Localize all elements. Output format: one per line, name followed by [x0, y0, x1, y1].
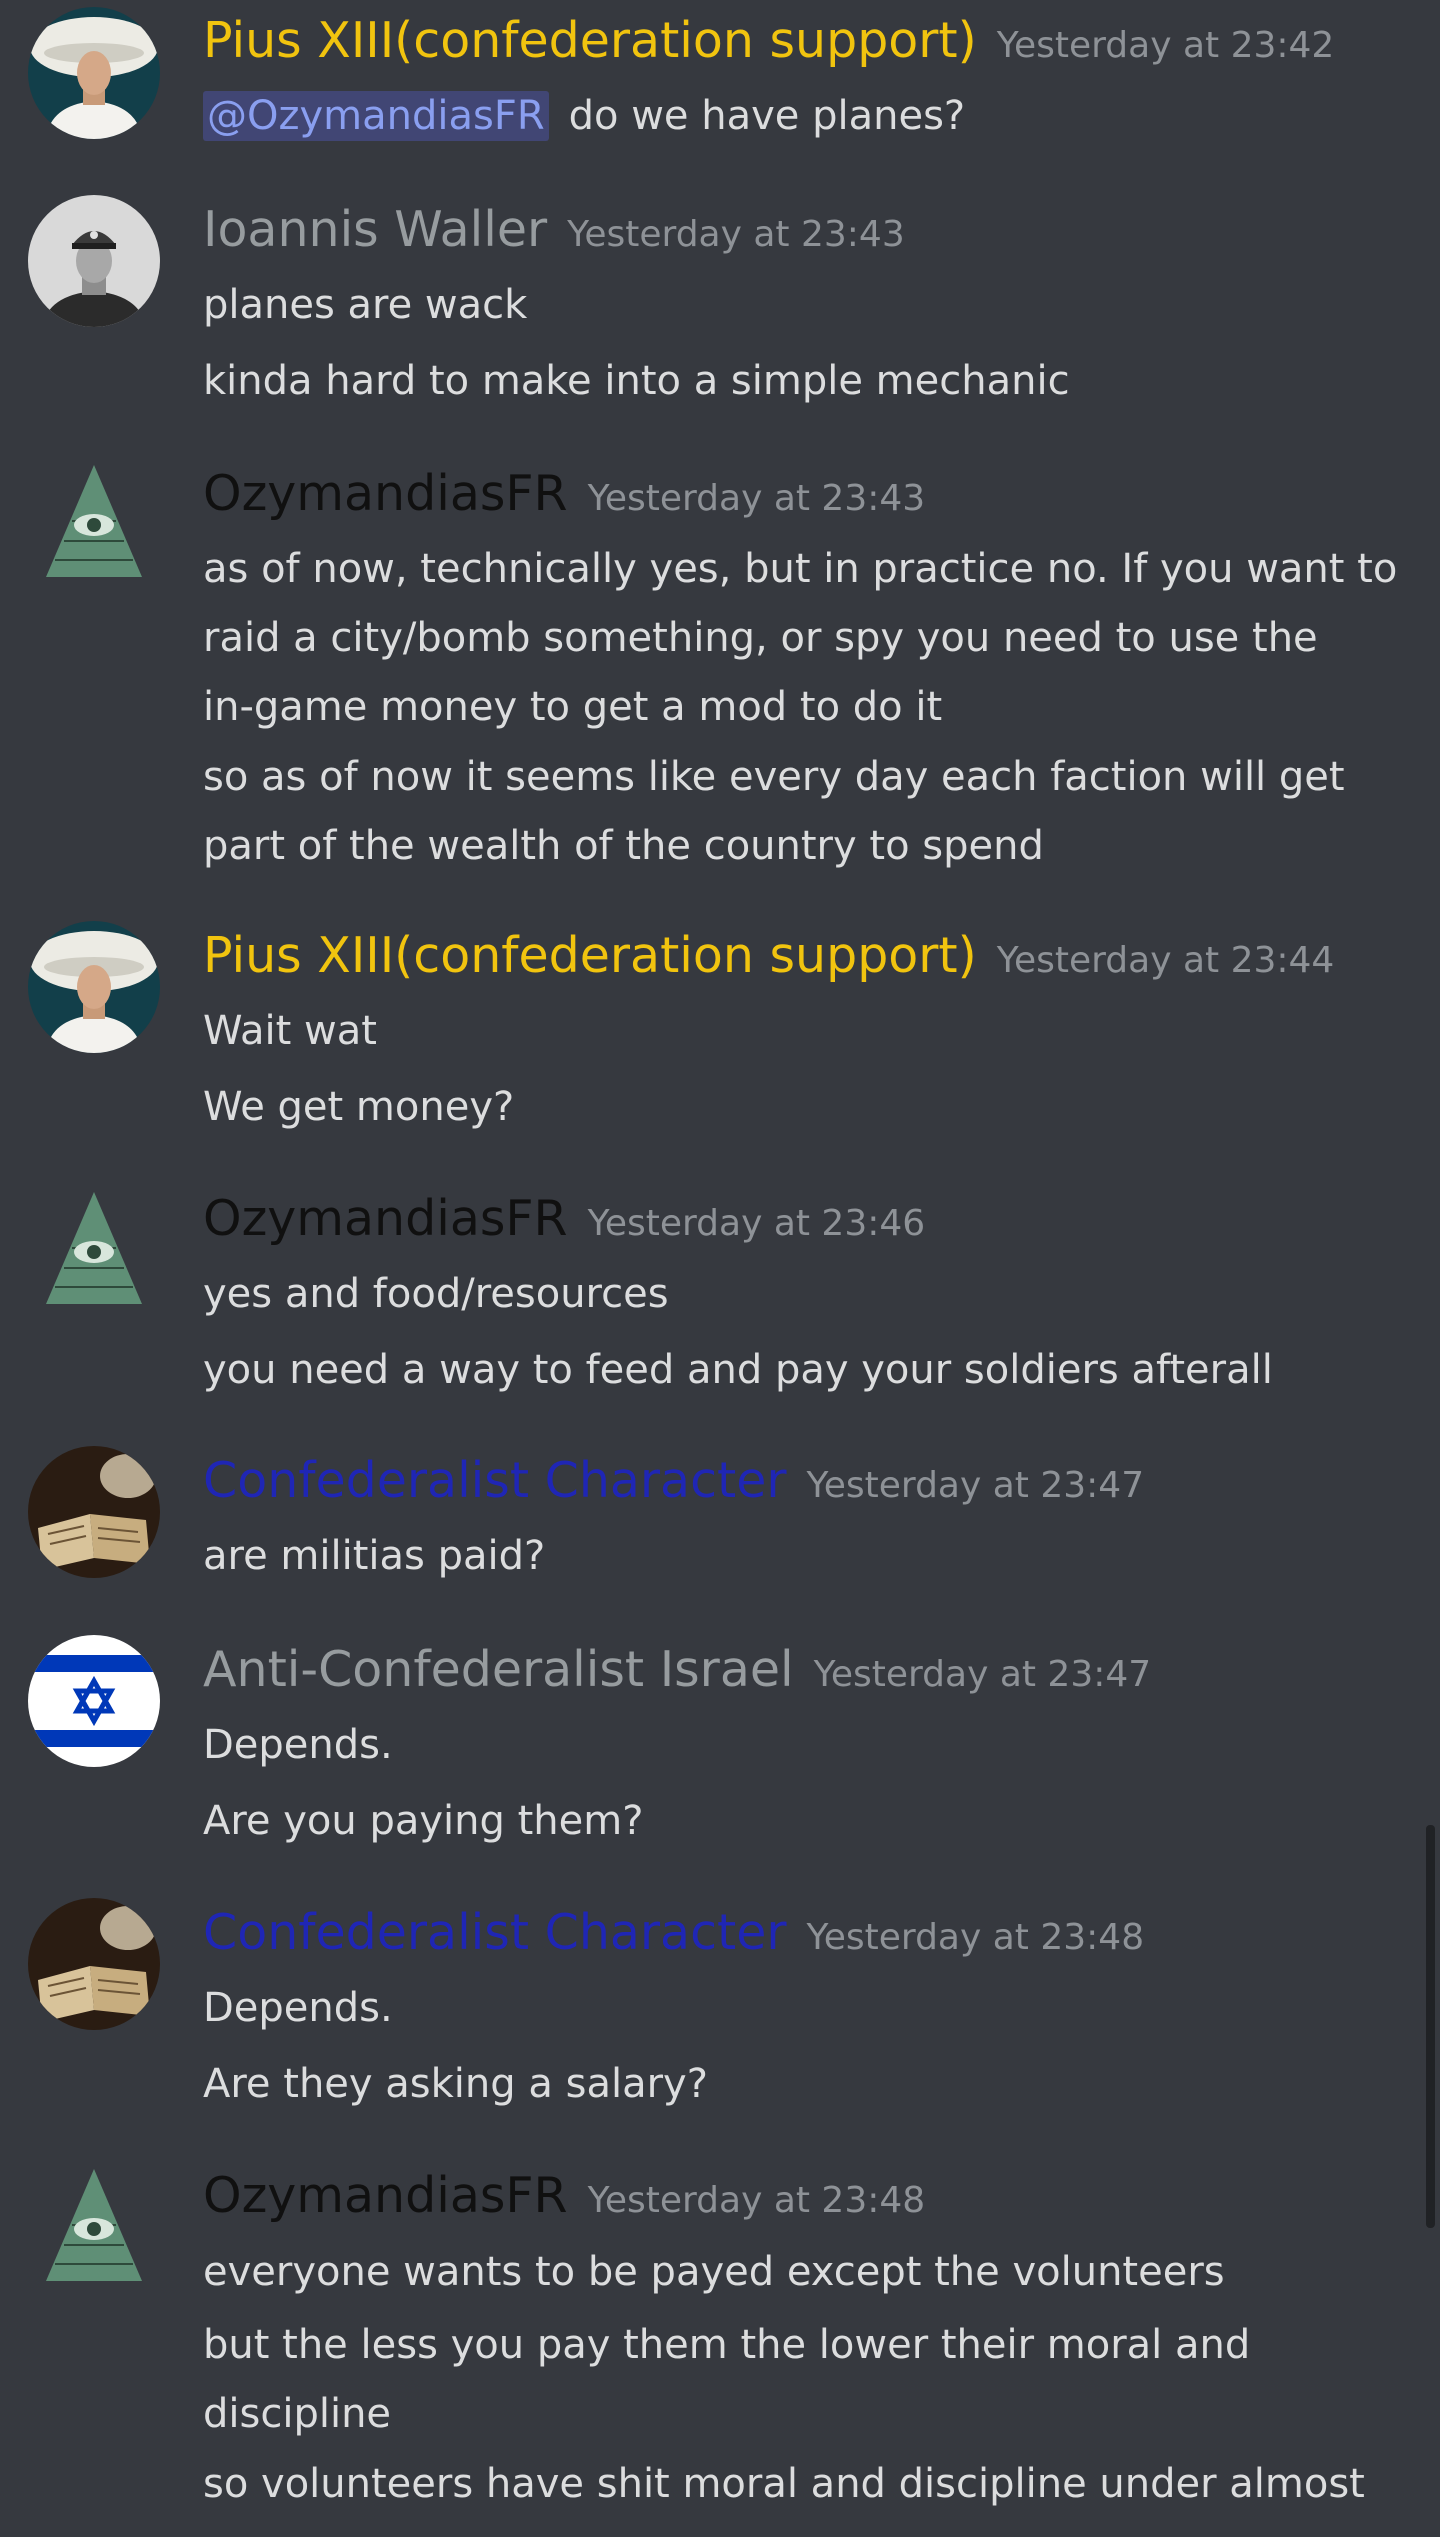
message-text: discipline: [203, 2391, 392, 2437]
username[interactable]: OzymandiasFR: [203, 465, 568, 522]
message-text: everyone wants to be payed except the vo…: [203, 2249, 1225, 2295]
username[interactable]: Pius XIII(confederation support): [203, 12, 977, 69]
message-text: yes and food/resources: [203, 1271, 669, 1317]
book-avatar[interactable]: [28, 1898, 160, 2030]
username[interactable]: OzymandiasFR: [203, 2167, 568, 2224]
timestamp: Yesterday at 23:47: [806, 1465, 1145, 1506]
message-text: you need a way to feed and pay your sold…: [203, 1347, 1273, 1393]
timestamp: Yesterday at 23:48: [806, 1917, 1145, 1958]
message-text: but the less you pay them the lower thei…: [203, 2322, 1251, 2368]
timestamp: Yesterday at 23:42: [996, 25, 1335, 66]
timestamp: Yesterday at 23:43: [567, 214, 905, 255]
pope-avatar[interactable]: [28, 921, 160, 1053]
illuminati-pyramid-avatar[interactable]: [40, 463, 148, 581]
timestamp: Yesterday at 23:48: [587, 2180, 926, 2221]
timestamp: Yesterday at 23:44: [996, 940, 1335, 981]
message-list: Pius XIII(confederation support) Yesterda…: [0, 0, 1440, 2537]
message-text: @OzymandiasFR do we have planes?: [203, 91, 965, 141]
illuminati-pyramid-avatar[interactable]: [40, 1190, 148, 1308]
message-text: in-game money to get a mod to do it: [203, 684, 943, 730]
message-text: part of the wealth of the country to spe…: [203, 823, 1044, 869]
message-text: kinda hard to make into a simple mechani…: [203, 358, 1070, 404]
message-text: so as of now it seems like every day eac…: [203, 754, 1345, 800]
message-text: raid a city/bomb something, or spy you n…: [203, 615, 1318, 661]
timestamp: Yesterday at 23:47: [813, 1654, 1152, 1695]
username[interactable]: Confederalist Character: [203, 1904, 787, 1961]
scrollbar-thumb[interactable]: [1426, 1825, 1435, 2228]
message-text: Depends.: [203, 1985, 393, 2031]
officer-avatar[interactable]: [28, 195, 160, 327]
message-text: are militias paid?: [203, 1533, 546, 1579]
message-text: so volunteers have shit moral and discip…: [203, 2461, 1365, 2507]
message-text: Are you paying them?: [203, 1798, 644, 1844]
username[interactable]: Confederalist Character: [203, 1452, 787, 1509]
username[interactable]: OzymandiasFR: [203, 1190, 568, 1247]
illuminati-pyramid-avatar[interactable]: [40, 2167, 148, 2285]
message-text: Wait wat: [203, 1008, 377, 1054]
timestamp: Yesterday at 23:46: [587, 1203, 926, 1244]
israel-flag-avatar[interactable]: [28, 1635, 160, 1767]
username[interactable]: Ioannis Waller: [203, 201, 547, 258]
user-mention[interactable]: @OzymandiasFR: [203, 91, 549, 141]
pope-avatar[interactable]: [28, 7, 160, 139]
timestamp: Yesterday at 23:43: [587, 478, 926, 519]
book-avatar[interactable]: [28, 1446, 160, 1578]
message-text: planes are wack: [203, 282, 528, 328]
message-text: We get money?: [203, 1084, 515, 1130]
message-text: Are they asking a salary?: [203, 2061, 708, 2107]
message-text: Depends.: [203, 1722, 393, 1768]
message-text: as of now, technically yes, but in pract…: [203, 546, 1398, 592]
username[interactable]: Pius XIII(confederation support): [203, 927, 977, 984]
username[interactable]: Anti-Confederalist Israel: [203, 1641, 794, 1698]
